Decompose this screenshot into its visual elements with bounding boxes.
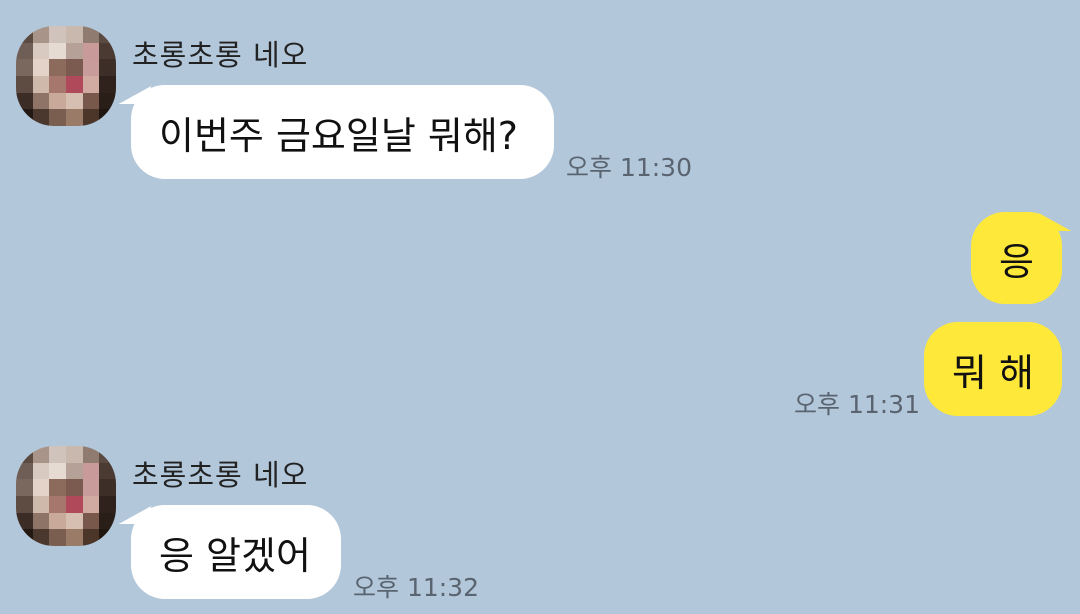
- avatar-pixel: [49, 529, 66, 546]
- avatar-pixel: [32, 446, 50, 463]
- message-text: 응: [999, 239, 1034, 284]
- avatar-pixel: [82, 59, 100, 76]
- avatar-pixel: [16, 462, 33, 480]
- avatar-pixel: [65, 446, 83, 463]
- avatar-pixel: [49, 462, 66, 480]
- avatar-pixel: [16, 529, 33, 546]
- avatar-pixel: [32, 512, 50, 530]
- avatar-pixel: [16, 512, 33, 530]
- avatar-pixel: [49, 42, 66, 60]
- avatar-pixel: [16, 109, 33, 126]
- avatar-pixel: [32, 26, 50, 43]
- avatar-pixel: [99, 26, 116, 43]
- message-bubble-outgoing[interactable]: 뭐 해: [924, 322, 1062, 416]
- avatar-pixel: [65, 75, 83, 93]
- avatar-pixel: [49, 26, 66, 43]
- avatar-pixel: [32, 479, 50, 496]
- avatar-pixel: [32, 495, 50, 513]
- sender-avatar[interactable]: [16, 26, 116, 126]
- message-bubble-incoming[interactable]: 이번주 금요일날 뭐해?: [131, 85, 554, 179]
- message-timestamp: 오후 11:30: [566, 153, 692, 182]
- message-text: 응 알겠어: [159, 533, 311, 578]
- avatar-pixel: [49, 479, 66, 496]
- avatar-pixel: [65, 495, 83, 513]
- avatar-pixel: [82, 75, 100, 93]
- avatar-pixel: [32, 92, 50, 110]
- avatar-pixel: [82, 446, 100, 463]
- avatar-pixel: [82, 26, 100, 43]
- avatar-pixel: [99, 512, 116, 530]
- avatar-pixel: [49, 59, 66, 76]
- avatar-pixel: [82, 479, 100, 496]
- message-text: 뭐 해: [952, 350, 1034, 395]
- avatar-pixel: [99, 479, 116, 496]
- avatar-pixel: [49, 92, 66, 110]
- avatar-pixel: [65, 92, 83, 110]
- avatar-pixel: [99, 92, 116, 110]
- avatar-pixel: [32, 42, 50, 60]
- avatar-pixel: [16, 75, 33, 93]
- avatar-pixel: [65, 529, 83, 546]
- avatar-pixel: [99, 75, 116, 93]
- avatar-pixel: [32, 462, 50, 480]
- avatar-pixel: [65, 512, 83, 530]
- avatar-pixel: [99, 529, 116, 546]
- avatar-pixel: [99, 109, 116, 126]
- message-bubble-incoming[interactable]: 응 알겠어: [131, 505, 341, 599]
- avatar-pixel: [99, 462, 116, 480]
- avatar-pixel: [99, 446, 116, 463]
- avatar-pixel: [82, 462, 100, 480]
- avatar-pixel: [32, 75, 50, 93]
- avatar-pixel: [49, 446, 66, 463]
- avatar-pixel: [99, 59, 116, 76]
- avatar-pixel: [82, 92, 100, 110]
- avatar-pixel: [16, 479, 33, 496]
- message-bubble-outgoing[interactable]: 응: [971, 212, 1062, 304]
- avatar-pixel: [82, 42, 100, 60]
- sender-name: 초롱초롱 네오: [132, 38, 309, 72]
- avatar-pixel: [65, 59, 83, 76]
- avatar-pixel: [65, 26, 83, 43]
- avatar-pixel: [16, 92, 33, 110]
- avatar-pixel: [49, 75, 66, 93]
- avatar-pixel: [82, 495, 100, 513]
- avatar-pixel: [82, 109, 100, 126]
- avatar-pixel: [65, 479, 83, 496]
- message-timestamp: 오후 11:32: [353, 573, 479, 602]
- avatar-pixel: [32, 59, 50, 76]
- avatar-pixel: [16, 59, 33, 76]
- avatar-pixel: [16, 42, 33, 60]
- avatar-pixel: [99, 42, 116, 60]
- avatar-pixel: [82, 512, 100, 530]
- avatar-pixel: [49, 512, 66, 530]
- avatar-pixel: [65, 42, 83, 60]
- avatar-pixel: [32, 109, 50, 126]
- avatar-pixel: [99, 495, 116, 513]
- sender-avatar[interactable]: [16, 446, 116, 546]
- sender-name: 초롱초롱 네오: [132, 458, 309, 492]
- avatar-pixel: [32, 529, 50, 546]
- avatar-pixel: [16, 495, 33, 513]
- message-text: 이번주 금요일날 뭐해?: [159, 113, 518, 158]
- avatar-pixel: [16, 26, 33, 43]
- avatar-pixel: [82, 529, 100, 546]
- avatar-pixel: [65, 462, 83, 480]
- avatar-pixel: [16, 446, 33, 463]
- avatar-pixel: [49, 109, 66, 126]
- avatar-pixel: [49, 495, 66, 513]
- avatar-pixel: [65, 109, 83, 126]
- message-timestamp: 오후 11:31: [794, 390, 920, 419]
